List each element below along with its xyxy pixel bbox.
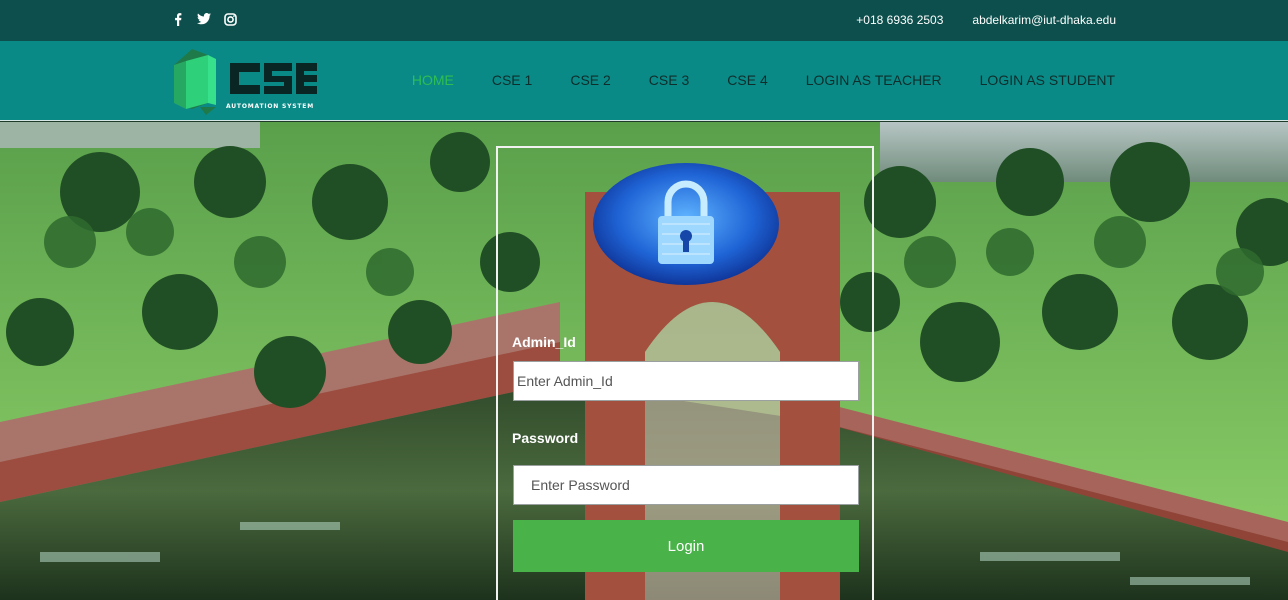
top-bar: +018 6936 2503 abdelkarim@iut-dhaka.edu — [0, 0, 1288, 41]
nav-cse-4[interactable]: CSE 4 — [727, 72, 767, 88]
twitter-icon[interactable] — [197, 12, 211, 26]
nav-cse-2[interactable]: CSE 2 — [570, 72, 610, 88]
nav-cse-3[interactable]: CSE 3 — [649, 72, 689, 88]
admin-id-label: Admin_Id — [512, 334, 576, 350]
instagram-icon[interactable] — [223, 12, 237, 26]
contact-info: +018 6936 2503 abdelkarim@iut-dhaka.edu — [856, 13, 1116, 27]
login-button[interactable]: Login — [513, 520, 859, 572]
phone-number: +018 6936 2503 — [856, 13, 944, 27]
email-address[interactable]: abdelkarim@iut-dhaka.edu — [972, 13, 1116, 27]
main-nav: HOME CSE 1 CSE 2 CSE 3 CSE 4 LOGIN AS TE… — [412, 72, 1115, 88]
nav-home[interactable]: HOME — [412, 72, 454, 88]
padlock-icon — [593, 163, 779, 285]
admin-id-input[interactable] — [513, 361, 859, 401]
logo-subtitle: AUTOMATION SYSTEM — [226, 103, 314, 110]
nav-login-student[interactable]: LOGIN AS STUDENT — [980, 72, 1115, 88]
login-panel: Admin_Id Password Login — [496, 146, 874, 600]
facebook-icon[interactable] — [171, 12, 185, 26]
password-input[interactable] — [513, 465, 859, 505]
site-logo[interactable]: AUTOMATION SYSTEM — [172, 47, 320, 115]
nav-login-teacher[interactable]: LOGIN AS TEACHER — [806, 72, 942, 88]
hero-section: Admin_Id Password Login — [0, 122, 1288, 600]
nav-cse-1[interactable]: CSE 1 — [492, 72, 532, 88]
social-links — [171, 12, 237, 26]
nav-bar: AUTOMATION SYSTEM HOME CSE 1 CSE 2 CSE 3… — [0, 41, 1288, 121]
password-label: Password — [512, 430, 579, 446]
